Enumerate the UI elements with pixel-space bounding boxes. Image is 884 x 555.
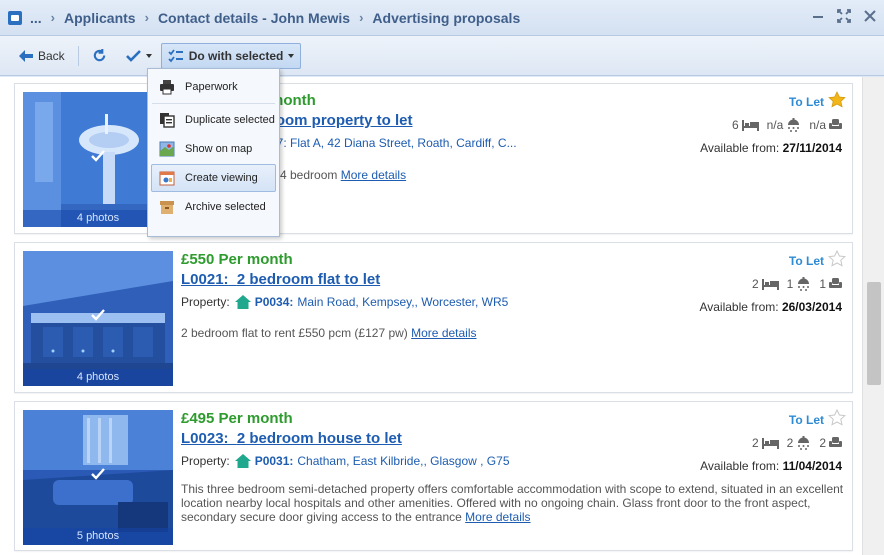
chevron-down-icon xyxy=(145,53,152,58)
more-details-link[interactable]: More details xyxy=(341,168,406,182)
status-badge: To Let xyxy=(788,254,824,268)
refresh-icon xyxy=(93,48,105,62)
property-code-link[interactable]: P0031: xyxy=(255,454,294,468)
shower-icon xyxy=(798,436,810,450)
property-address-link[interactable]: 87: Flat A, 42 Diana Street, Roath, Card… xyxy=(270,136,517,150)
duplicate-icon xyxy=(158,111,176,129)
checklist-icon xyxy=(168,48,183,62)
listing-property: 87: Flat A, 42 Diana Street, Roath, Card… xyxy=(270,136,517,150)
armchair-icon xyxy=(829,437,842,447)
menu-item-paperwork[interactable]: Paperwork xyxy=(151,73,276,101)
minimize-icon[interactable] xyxy=(810,8,826,24)
photo-count: 4 photos xyxy=(23,369,173,386)
listing-card[interactable]: 4 photos month room property to let 87: … xyxy=(14,83,853,234)
status-badge: To Let xyxy=(788,95,824,109)
listing-stats: 2 1 1 xyxy=(746,277,842,291)
do-with-selected-button[interactable]: Do with selected xyxy=(160,42,302,69)
listing-price: £495 Per month xyxy=(181,410,293,427)
property-address: Chatham, East Kilbride,, Glasgow , G75 xyxy=(297,454,510,468)
select-button[interactable] xyxy=(119,43,159,69)
available-from: Available from: 27/11/2014 xyxy=(700,141,842,155)
toolbar: Back Do with selected xyxy=(0,36,884,76)
menu-item-show-on-map[interactable]: Show on map xyxy=(151,135,276,163)
star-outline-icon[interactable] xyxy=(828,250,846,267)
refresh-button[interactable] xyxy=(85,43,119,69)
chevron-down-icon xyxy=(288,53,295,58)
listing-price: £550 Per month xyxy=(181,251,293,268)
menu-item-create-viewing[interactable]: Create viewing xyxy=(151,164,276,192)
selected-check-icon xyxy=(91,309,105,321)
bed-icon xyxy=(761,437,779,449)
star-filled-icon[interactable] xyxy=(828,91,846,108)
menu-item-archive-selected[interactable]: Archive selected xyxy=(151,193,276,221)
available-from: Available from: 26/03/2014 xyxy=(699,300,842,314)
listing-card[interactable]: 5 photos £495 Per month L0023: 2 bedroom… xyxy=(14,401,853,551)
armchair-icon xyxy=(829,278,842,288)
breadcrumb-ellipsis[interactable]: ... xyxy=(30,10,42,26)
app-icon xyxy=(8,10,22,25)
scrollbar-thumb[interactable] xyxy=(867,282,881,385)
listing-description: 4 bedroom xyxy=(280,168,338,182)
checkmark-icon xyxy=(125,50,141,62)
menu-separator xyxy=(152,103,275,104)
toolbar-divider xyxy=(77,45,79,66)
back-arrow-icon xyxy=(19,49,33,62)
breadcrumb-advertising-proposals: Advertising proposals xyxy=(372,9,521,26)
bed-icon xyxy=(761,278,779,290)
photo-count: 5 photos xyxy=(23,528,173,545)
chevron-right-icon: › xyxy=(359,10,364,25)
printer-icon xyxy=(158,78,176,96)
listing-list[interactable]: 4 photos month room property to let 87: … xyxy=(0,77,862,555)
armchair-icon xyxy=(829,119,842,129)
vertical-scrollbar[interactable] xyxy=(862,77,884,555)
breadcrumb-contact-details[interactable]: Contact details - John Mewis xyxy=(158,10,350,26)
home-icon xyxy=(234,454,251,468)
archive-icon xyxy=(158,198,176,216)
property-address: Main Road, Kempsey,, Worcester, WR5 xyxy=(297,295,509,309)
do-with-selected-menu: Paperwork Duplicate selected Show on map… xyxy=(147,68,280,237)
status-badge: To Let xyxy=(788,413,824,427)
selected-check-icon xyxy=(91,468,105,480)
listing-property: Property: P0031: Chatham, East Kilbride,… xyxy=(181,454,510,468)
back-button[interactable]: Back xyxy=(12,43,72,69)
breadcrumb-applicants[interactable]: Applicants xyxy=(64,10,136,26)
listing-title-link[interactable]: L0023: 2 bedroom house to let xyxy=(181,430,402,447)
menu-item-duplicate-selected[interactable]: Duplicate selected xyxy=(151,106,276,134)
available-from: Available from: 11/04/2014 xyxy=(700,459,842,473)
selected-check-icon xyxy=(91,150,105,162)
listing-stats: 2 2 2 xyxy=(746,436,842,450)
listing-title-link[interactable]: room property to let xyxy=(270,112,413,129)
property-code-link[interactable]: P0034: xyxy=(255,295,294,309)
chevron-right-icon: › xyxy=(50,10,56,25)
listing-property: Property: P0034: Main Road, Kempsey,, Wo… xyxy=(181,295,509,309)
bed-icon xyxy=(741,119,759,131)
listing-card[interactable]: 4 photos £550 Per month L0021: 2 bedroom… xyxy=(14,242,853,393)
maximize-icon[interactable] xyxy=(836,8,852,24)
close-icon[interactable] xyxy=(862,8,878,24)
title-bar: ... › Applicants › Contact details - Joh… xyxy=(0,0,884,36)
breadcrumb: ... › Applicants › Contact details - Joh… xyxy=(30,10,520,26)
map-icon xyxy=(158,140,176,158)
star-outline-icon[interactable] xyxy=(828,409,846,426)
listing-title-link[interactable]: L0021: 2 bedroom flat to let xyxy=(181,271,380,288)
more-details-link[interactable]: More details xyxy=(411,326,476,340)
listing-photo[interactable]: 4 photos xyxy=(23,251,173,386)
more-details-link[interactable]: More details xyxy=(465,510,530,524)
calendar-icon xyxy=(158,169,176,187)
listing-photo[interactable]: 5 photos xyxy=(23,410,173,545)
shower-icon xyxy=(798,277,810,291)
chevron-right-icon: › xyxy=(144,10,149,25)
home-icon xyxy=(234,295,251,309)
shower-icon xyxy=(788,118,800,132)
listing-description: 2 bedroom flat to rent £550 pcm (£127 pw… xyxy=(181,326,408,340)
listing-stats: 6 n/a n/a xyxy=(726,118,842,132)
